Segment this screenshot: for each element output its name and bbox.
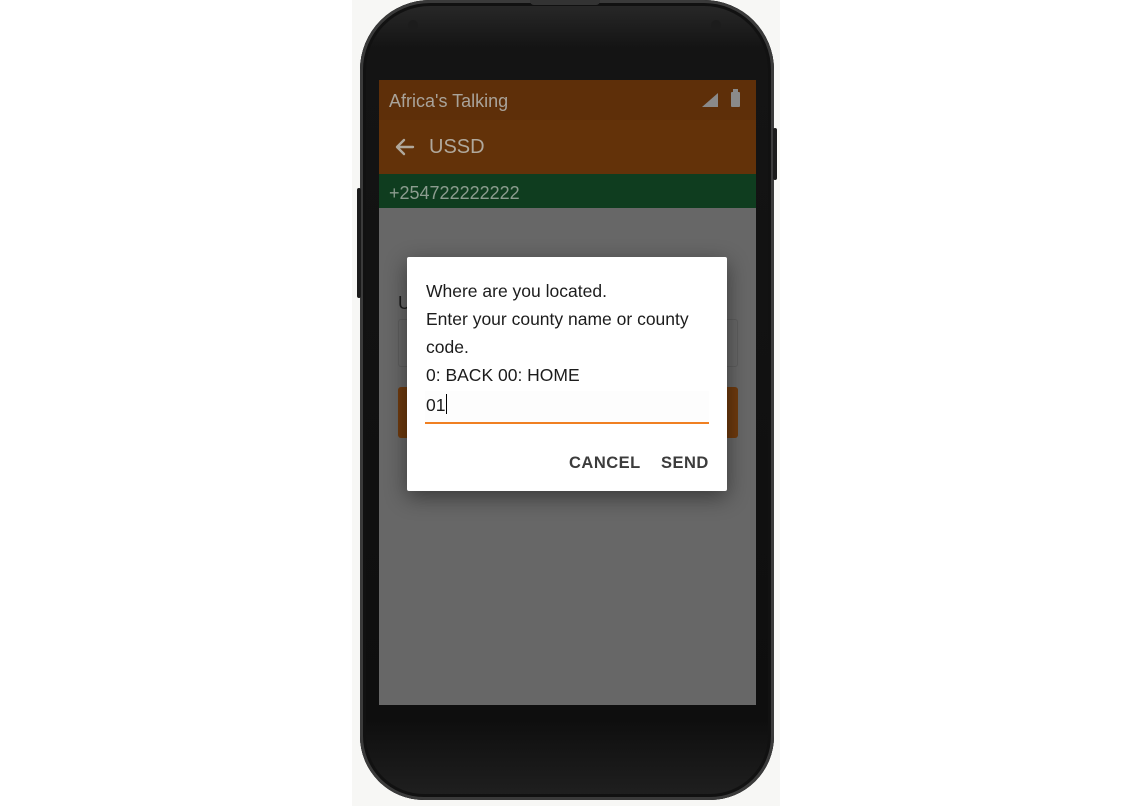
power-button [773,128,777,180]
stage: Africa's Talking USSD +254722222222 U Wh… [0,0,1127,806]
battery-icon [731,89,740,107]
phone-number: +254722222222 [389,183,520,203]
phone-number-bar: +254722222222 [379,174,756,208]
dialog-message-line: code. [426,337,469,357]
cancel-button[interactable]: CANCEL [569,454,641,473]
dialog-message-line: 0: BACK 00: HOME [426,365,580,385]
text-caret [446,394,448,414]
ussd-dialog: Where are you located. Enter your county… [407,257,727,491]
arrow-left-icon[interactable] [393,135,417,159]
signal-icon [702,93,718,107]
ussd-response-input[interactable]: 01 [425,391,709,424]
earpiece-speaker [530,0,600,5]
volume-button [357,188,361,298]
app-bar: USSD [379,120,756,174]
dialog-message-line: Enter your county name or county [426,309,689,329]
status-bar: Africa's Talking [379,80,756,120]
status-bar-title: Africa's Talking [389,91,509,111]
app-bar-title: USSD [429,136,485,158]
front-camera-icon [711,20,721,30]
ussd-response-value: 01 [426,395,446,415]
proximity-sensor [408,20,418,30]
dialog-message-line: Where are you located. [426,281,607,301]
send-button[interactable]: SEND [661,454,709,473]
